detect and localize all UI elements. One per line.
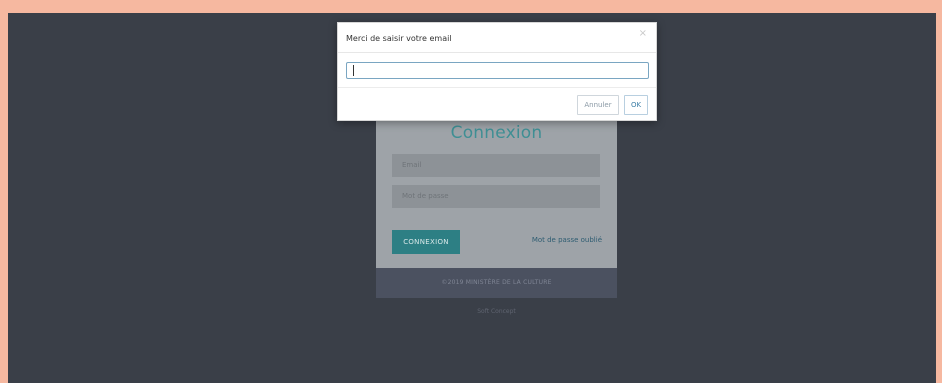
modal-footer: Annuler OK bbox=[338, 89, 656, 122]
ok-button[interactable]: OK bbox=[624, 95, 648, 115]
email-prompt-modal: Merci de saisir votre email × Annuler OK bbox=[337, 22, 657, 121]
cancel-button[interactable]: Annuler bbox=[577, 95, 619, 115]
forgot-password-link[interactable]: Mot de passe oublié bbox=[532, 236, 602, 244]
credit-text: Soft Concept bbox=[477, 308, 516, 315]
login-title: Connexion bbox=[450, 123, 543, 143]
close-icon[interactable]: × bbox=[639, 29, 647, 39]
modal-title: Merci de saisir votre email bbox=[346, 34, 452, 43]
login-email-field[interactable]: Email bbox=[392, 154, 600, 177]
login-password-field[interactable]: Mot de passe bbox=[392, 185, 600, 208]
copyright-footer: ©2019 MINISTÈRE DE LA CULTURE bbox=[376, 268, 617, 298]
modal-header: Merci de saisir votre email × bbox=[338, 23, 656, 53]
login-submit-button[interactable]: CONNEXION bbox=[392, 230, 460, 254]
text-caret bbox=[353, 65, 354, 76]
modal-body bbox=[338, 54, 656, 88]
email-input[interactable] bbox=[346, 62, 649, 79]
